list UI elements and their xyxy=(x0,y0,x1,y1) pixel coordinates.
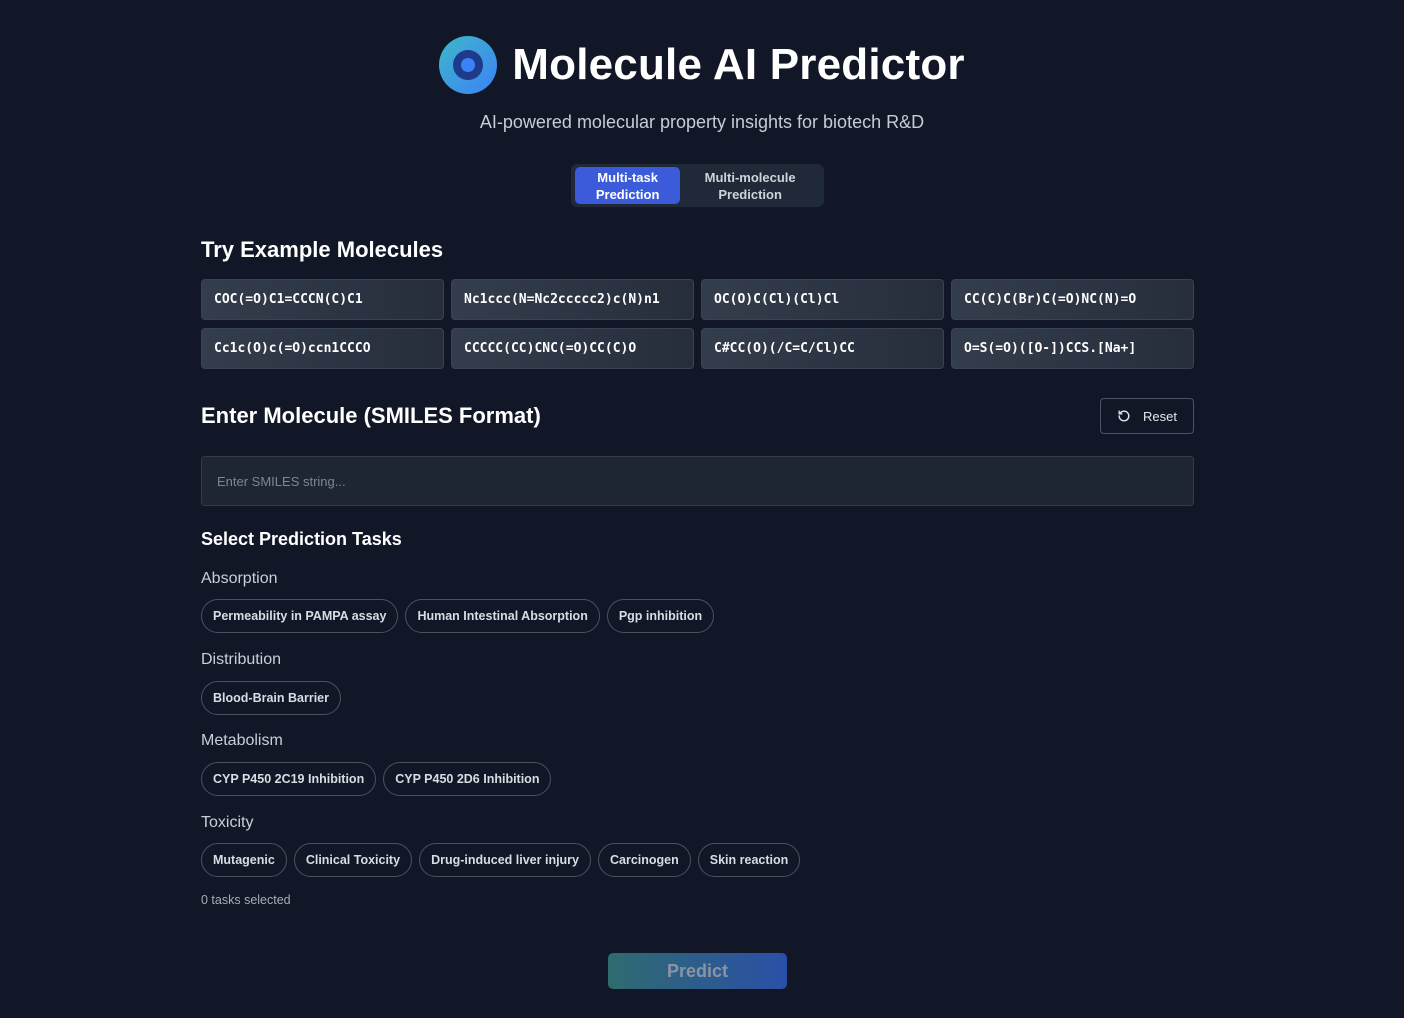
app-header: Molecule AI Predictor xyxy=(0,36,1404,94)
predict-button[interactable]: Predict xyxy=(608,953,787,989)
task-chip[interactable]: Carcinogen xyxy=(598,843,691,877)
tasks-title: Select Prediction Tasks xyxy=(201,529,402,549)
task-chip[interactable]: Mutagenic xyxy=(201,843,287,877)
tab-multi-molecule-prediction[interactable]: Multi-molecule Prediction xyxy=(680,167,820,204)
examples-title: Try Example Molecules xyxy=(201,237,444,262)
tasks-selected-count: 0 tasks selected xyxy=(201,893,291,907)
chip-row-toxicity: Mutagenic Clinical Toxicity Drug-induced… xyxy=(201,843,801,877)
reset-button[interactable]: Reset xyxy=(1100,398,1194,434)
example-molecule-button[interactable]: COC(=O)C1=CCCN(C)C1 xyxy=(201,279,444,320)
molecule-logo-icon xyxy=(439,36,498,94)
task-chip[interactable]: Clinical Toxicity xyxy=(293,843,413,877)
example-molecule-button[interactable]: CCCCC(CC)CNC(=O)CC(C)O xyxy=(451,328,694,369)
example-molecule-button[interactable]: O=S(=O)([O-])CCS.[Na+] xyxy=(951,328,1194,369)
task-chip[interactable]: Blood-Brain Barrier xyxy=(201,681,341,715)
task-chip[interactable]: Pgp inhibition xyxy=(606,599,715,633)
task-chip[interactable]: Skin reaction xyxy=(697,843,801,877)
chip-row-absorption: Permeability in PAMPA assay Human Intest… xyxy=(201,599,715,633)
smiles-input[interactable] xyxy=(201,456,1194,506)
mode-tabs: Multi-task Prediction Multi-molecule Pre… xyxy=(571,164,824,207)
example-molecules-grid: COC(=O)C1=CCCN(C)C1 Nc1ccc(N=Nc2ccccc2)c… xyxy=(201,279,1194,369)
group-label-toxicity: Toxicity xyxy=(201,814,254,831)
example-molecule-button[interactable]: CC(C)C(Br)C(=O)NC(N)=O xyxy=(951,279,1194,320)
page-title: Molecule AI Predictor xyxy=(512,40,965,89)
example-molecule-button[interactable]: C#CC(O)(/C=C/Cl)CC xyxy=(701,328,944,369)
task-chip[interactable]: CYP P450 2D6 Inhibition xyxy=(383,762,552,796)
tab-multi-task-prediction[interactable]: Multi-task Prediction xyxy=(575,167,681,204)
group-label-distribution: Distribution xyxy=(201,651,282,668)
page-subtitle: AI-powered molecular property insights f… xyxy=(479,112,925,132)
example-molecule-button[interactable]: Cc1c(O)c(=O)ccn1CCCO xyxy=(201,328,444,369)
group-label-absorption: Absorption xyxy=(201,570,278,587)
chip-row-metabolism: CYP P450 2C19 Inhibition CYP P450 2D6 In… xyxy=(201,762,552,796)
task-chip[interactable]: Permeability in PAMPA assay xyxy=(201,599,399,633)
task-chip[interactable]: Drug-induced liver injury xyxy=(419,843,591,877)
chip-row-distribution: Blood-Brain Barrier xyxy=(201,681,341,715)
group-label-metabolism: Metabolism xyxy=(201,732,283,749)
example-molecule-button[interactable]: Nc1ccc(N=Nc2ccccc2)c(N)n1 xyxy=(451,279,694,320)
reset-icon xyxy=(1118,410,1130,422)
example-molecule-button[interactable]: OC(O)C(Cl)(Cl)Cl xyxy=(701,279,944,320)
task-chip[interactable]: Human Intestinal Absorption xyxy=(405,599,600,633)
reset-label: Reset xyxy=(1143,408,1177,424)
smiles-section-title: Enter Molecule (SMILES Format) xyxy=(201,403,541,428)
app-page: Molecule AI Predictor AI-powered molecul… xyxy=(0,0,1404,1018)
task-chip[interactable]: CYP P450 2C19 Inhibition xyxy=(201,762,377,796)
